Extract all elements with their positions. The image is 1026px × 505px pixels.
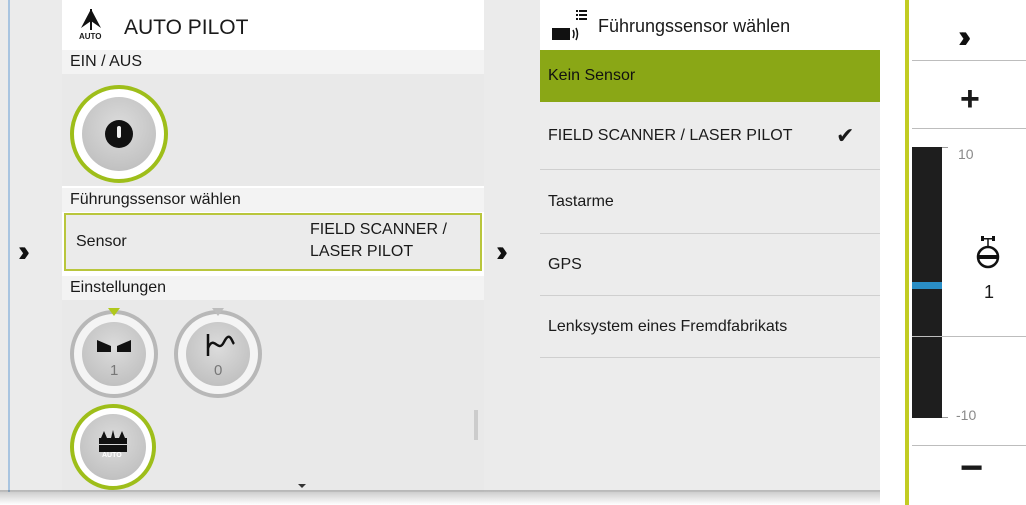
- middle-collapse-strip[interactable]: ››: [484, 0, 540, 492]
- scrollbar[interactable]: [474, 410, 478, 440]
- option-kein-sensor[interactable]: Kein Sensor: [540, 50, 880, 102]
- auto-pilot-icon: AUTO: [76, 6, 106, 42]
- response-curve-icon: [202, 332, 236, 363]
- auto-mode-label: AUTO: [102, 452, 122, 459]
- double-chevron-right-icon[interactable]: ››: [496, 237, 508, 267]
- steering-sensitivity-knob: 1: [82, 322, 146, 386]
- sensor-select-panel: Führungssensor wählen Kein Sensor FIELD …: [540, 0, 880, 492]
- double-chevron-right-icon[interactable]: ››: [958, 20, 972, 52]
- panel-edge-accent: [905, 0, 909, 505]
- sensor-selector-row[interactable]: Sensor FIELD SCANNER / LASER PILOT: [64, 213, 482, 271]
- steering-response-knob: 0: [186, 322, 250, 386]
- auto-pilot-title: AUTO PILOT: [124, 16, 249, 39]
- option-fremdfabrikat[interactable]: Lenksystem eines Fremdfabrikats: [540, 296, 880, 358]
- power-toggle-button[interactable]: [70, 85, 168, 183]
- increase-button[interactable]: +: [960, 82, 980, 116]
- scale-tick: [942, 147, 948, 148]
- option-label: Lenksystem eines Fremdfabrikats: [548, 318, 788, 335]
- dial-indicator: [212, 308, 224, 316]
- sensor-signal-icon: [552, 10, 588, 44]
- sensor-value-line2: LASER PILOT: [310, 243, 414, 260]
- settings-section-header: Einstellungen: [62, 276, 484, 300]
- on-off-section-header: EIN / AUS: [62, 50, 484, 74]
- wheel-steering-icon: [975, 236, 1001, 272]
- auto-mode-button[interactable]: AUTO: [70, 404, 156, 490]
- scroll-down-indicator: [298, 484, 306, 488]
- dial-value-2: 0: [214, 362, 223, 379]
- auto-pilot-icon-label: AUTO: [79, 32, 102, 41]
- auto-pilot-panel: AUTO AUTO PILOT EIN / AUS Führungssensor…: [62, 0, 484, 492]
- sensor-label: Sensor: [76, 233, 127, 250]
- auto-mode-knob: AUTO: [80, 414, 146, 480]
- steering-response-dial[interactable]: 0: [174, 308, 262, 398]
- scale-top-label: 10: [958, 146, 974, 162]
- scale-bottom-label: -10: [956, 407, 977, 423]
- offset-value: 1: [984, 282, 995, 302]
- bottom-shadow: [0, 490, 880, 505]
- sensor-value-line1: FIELD SCANNER /: [310, 221, 447, 238]
- steering-sensitivity-dial[interactable]: 1: [70, 308, 158, 398]
- sensor-section-header: Führungssensor wählen: [62, 188, 484, 212]
- settings-section: 1 0 AUTO: [62, 300, 484, 492]
- panel-edge-accent: [8, 0, 10, 492]
- double-chevron-right-icon[interactable]: ››: [18, 237, 30, 267]
- option-gps[interactable]: GPS: [540, 234, 880, 296]
- dial-indicator: [108, 308, 120, 316]
- divider: [912, 128, 1026, 129]
- option-label: GPS: [548, 256, 582, 273]
- divider: [912, 336, 1026, 337]
- option-label: FIELD SCANNER / LASER PILOT: [548, 127, 793, 144]
- on-off-section: [62, 74, 484, 186]
- dial-value-1: 1: [110, 362, 119, 379]
- decrease-button[interactable]: −: [960, 448, 983, 488]
- left-collapse-strip[interactable]: ››: [0, 0, 62, 492]
- sensor-select-header: Führungssensor wählen: [540, 0, 880, 50]
- option-label: Kein Sensor: [548, 67, 636, 84]
- checkmark-icon: ✔: [836, 123, 855, 148]
- option-field-scanner[interactable]: FIELD SCANNER / LASER PILOT ✔: [540, 102, 880, 170]
- power-icon: [105, 120, 133, 148]
- option-tastarme[interactable]: Tastarme: [540, 170, 880, 234]
- sensor-select-title: Führungssensor wählen: [598, 16, 791, 36]
- option-label: Tastarme: [548, 193, 614, 210]
- auto-pilot-header: AUTO AUTO PILOT: [62, 0, 484, 50]
- scale-tick: [942, 417, 948, 418]
- wheel-gap-icon: [96, 338, 132, 359]
- offset-current-marker: [912, 282, 942, 289]
- power-toggle-knob: [82, 97, 156, 171]
- divider: [912, 60, 1026, 61]
